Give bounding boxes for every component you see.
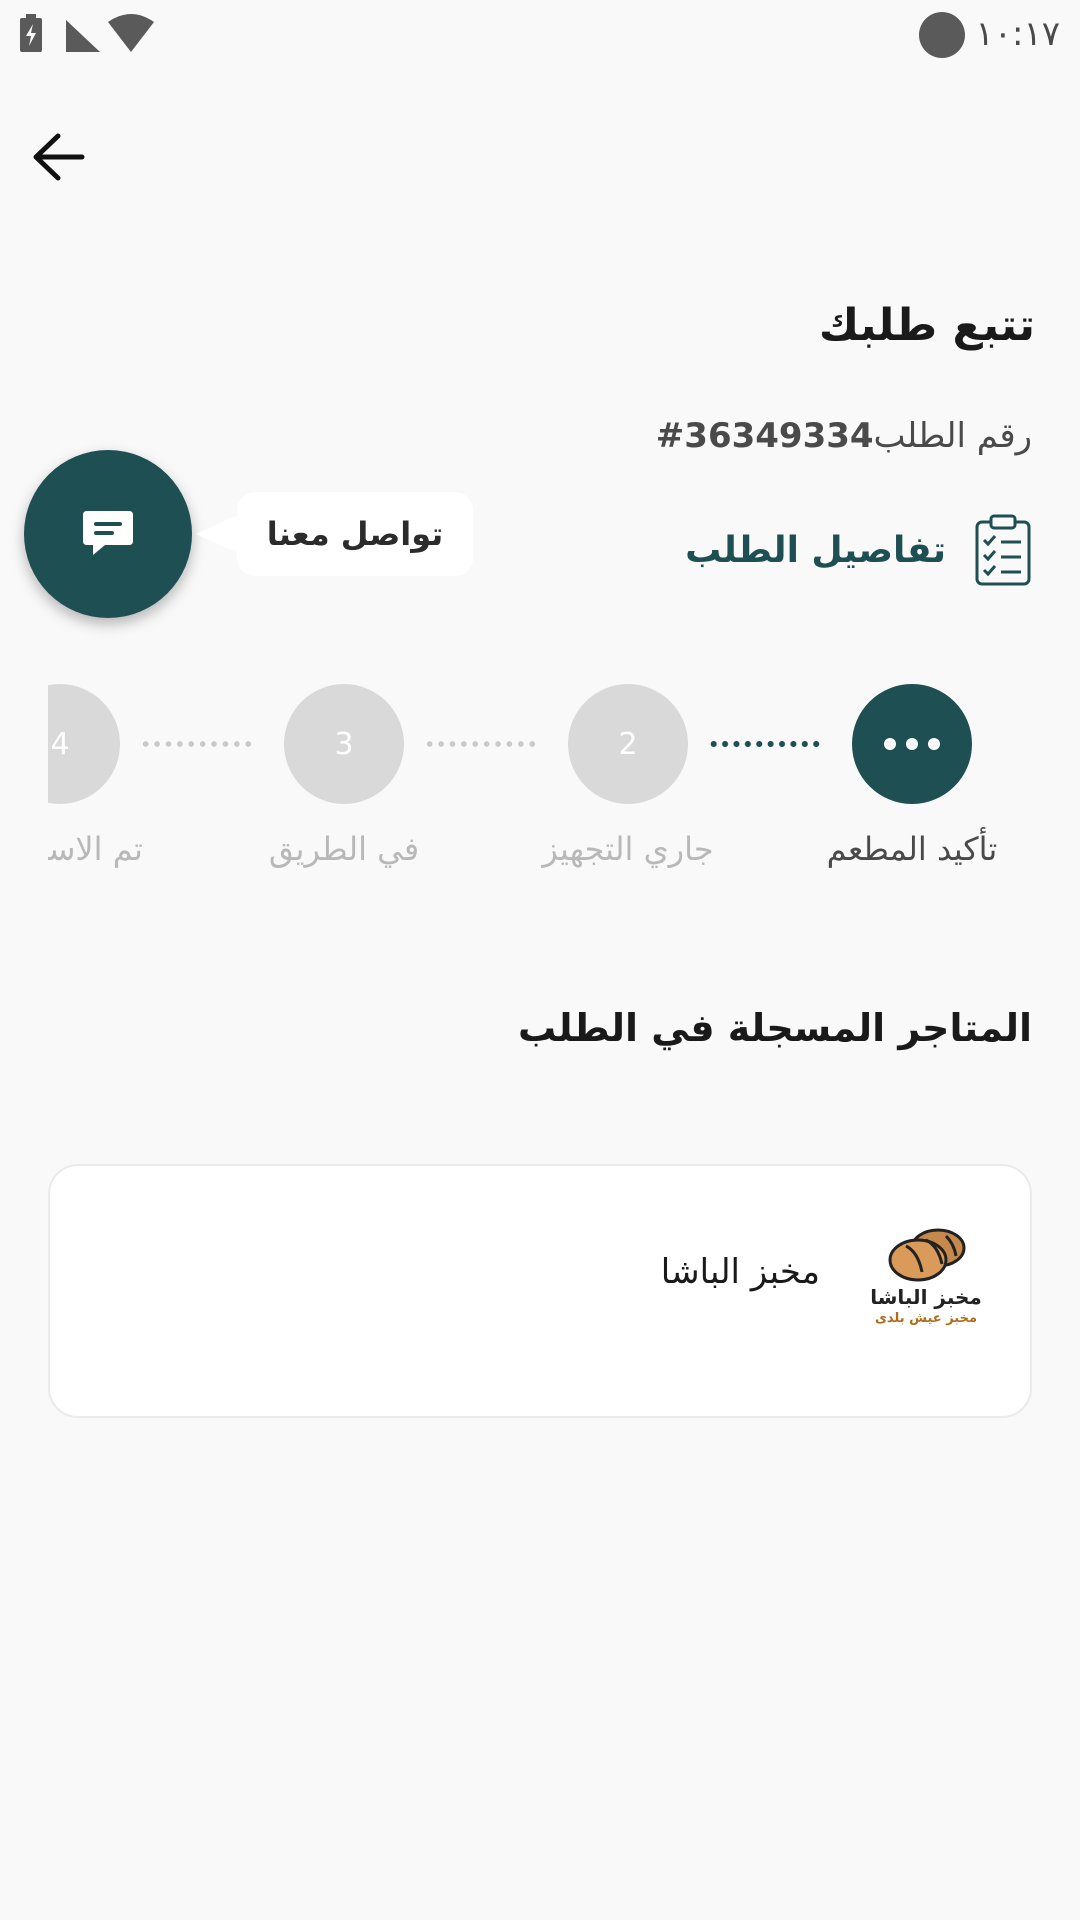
chat-tooltip[interactable]: تواصل معنا xyxy=(237,492,473,576)
step-2-label: جاري التجهيز xyxy=(542,830,714,868)
store-name: مخبز الباشا xyxy=(660,1252,820,1292)
logo-title: مخبز الباشا xyxy=(870,1285,982,1309)
clipboard-checklist-icon xyxy=(975,514,1031,586)
step-1-label: تأكيد المطعم xyxy=(826,830,998,868)
wifi-icon xyxy=(108,14,154,52)
store-logo: مخبز الباشا مخبز عيش بلدى xyxy=(870,1228,982,1326)
step-connector-2 xyxy=(424,741,538,747)
chat-button[interactable] xyxy=(24,450,192,618)
signal-icon xyxy=(66,20,100,52)
order-stepper: تأكيد المطعم 2 جاري التجهيز 3 في الطريق … xyxy=(0,680,1080,880)
step-2-circle: 2 xyxy=(568,684,688,804)
chat-bubble-icon xyxy=(83,511,133,555)
order-number-label: رقم الطلب xyxy=(873,416,1032,456)
order-details-link[interactable]: تفاصيل الطلب xyxy=(685,512,1032,588)
step-connector-1 xyxy=(708,741,822,747)
step-3-label: في الطريق xyxy=(268,830,420,868)
page-title: تتبع طلبك xyxy=(818,300,1035,351)
store-card[interactable]: مخبز الباشا مخبز الباشا مخبز عيش بلدى xyxy=(48,1164,1032,1418)
status-bar: ١٠:١٧ xyxy=(0,0,1080,70)
order-number-value: #36349334 xyxy=(655,416,874,456)
step-1-circle xyxy=(852,684,972,804)
order-details-label: تفاصيل الطلب xyxy=(685,529,946,571)
status-time: ١٠:١٧ xyxy=(975,14,1060,54)
arrow-left-icon xyxy=(33,133,85,181)
order-number: رقم الطلب #36349334 xyxy=(656,416,1032,456)
battery-charging-icon xyxy=(20,14,42,52)
chat-tooltip-arrow xyxy=(196,514,240,554)
notification-dot xyxy=(919,12,965,58)
more-dots-icon xyxy=(884,738,940,750)
logo-subtitle: مخبز عيش بلدى xyxy=(875,1311,977,1326)
stores-section-title: المتاجر المسجلة في الطلب xyxy=(517,1006,1032,1050)
stepper-clip xyxy=(0,680,48,880)
step-3-circle: 3 xyxy=(284,684,404,804)
back-button[interactable] xyxy=(30,128,90,188)
step-connector-3 xyxy=(140,741,254,747)
